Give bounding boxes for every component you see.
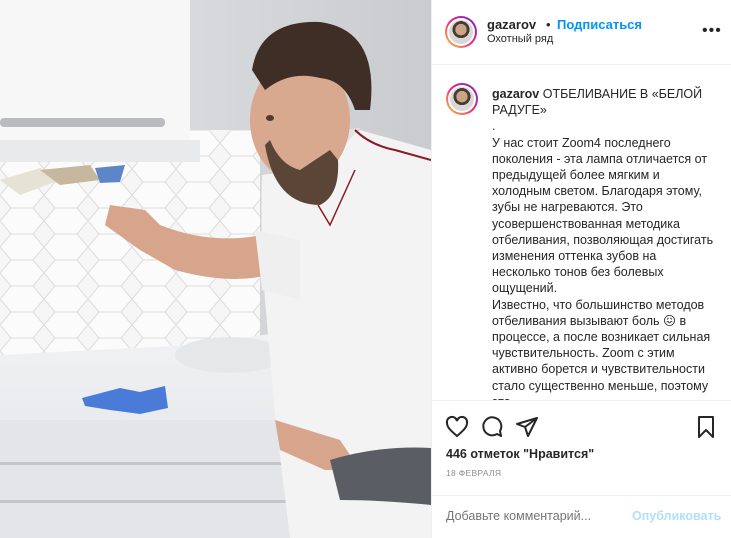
header-username[interactable]: gazarov bbox=[487, 17, 536, 32]
comment-box: Опубликовать bbox=[432, 495, 731, 538]
comment-icon[interactable] bbox=[480, 415, 504, 444]
ellipsis-icon[interactable]: ••• bbox=[702, 22, 722, 40]
action-bar: 446 отметок "Нравится" 18 ФЕВРАЛЯ bbox=[432, 400, 731, 495]
caption-text: gazarov ОТБЕЛИВАНИЕ В «БЕЛОЙ РАДУГЕ» . У… bbox=[492, 86, 717, 400]
post-date: 18 ФЕВРАЛЯ bbox=[446, 468, 502, 478]
caption-username[interactable]: gazarov bbox=[492, 87, 539, 101]
separator-dot: • bbox=[546, 17, 551, 32]
bookmark-icon[interactable] bbox=[694, 415, 718, 444]
caption-area: gazarov ОТБЕЛИВАНИЕ В «БЕЛОЙ РАДУГЕ» . У… bbox=[432, 66, 731, 400]
heart-icon[interactable] bbox=[445, 415, 469, 444]
instagram-post: gazarov • Подписаться Охотный ряд ••• ga… bbox=[0, 0, 731, 538]
post-photo[interactable] bbox=[0, 0, 431, 538]
post-sidebar: gazarov • Подписаться Охотный ряд ••• ga… bbox=[431, 0, 731, 538]
caption-avatar[interactable] bbox=[446, 83, 478, 115]
location-link[interactable]: Охотный ряд bbox=[487, 33, 553, 45]
dentist-photo bbox=[0, 0, 431, 538]
post-header: gazarov • Подписаться Охотный ряд ••• bbox=[432, 0, 731, 65]
follow-button[interactable]: Подписаться bbox=[557, 17, 642, 32]
likes-count[interactable]: 446 отметок "Нравится" bbox=[446, 447, 594, 461]
publish-button[interactable]: Опубликовать bbox=[632, 509, 721, 523]
caption-body: ОТБЕЛИВАНИЕ В «БЕЛОЙ РАДУГЕ» . У нас сто… bbox=[492, 87, 714, 400]
comment-input[interactable] bbox=[446, 509, 636, 523]
share-icon[interactable] bbox=[515, 415, 539, 444]
avatar[interactable] bbox=[445, 16, 477, 48]
